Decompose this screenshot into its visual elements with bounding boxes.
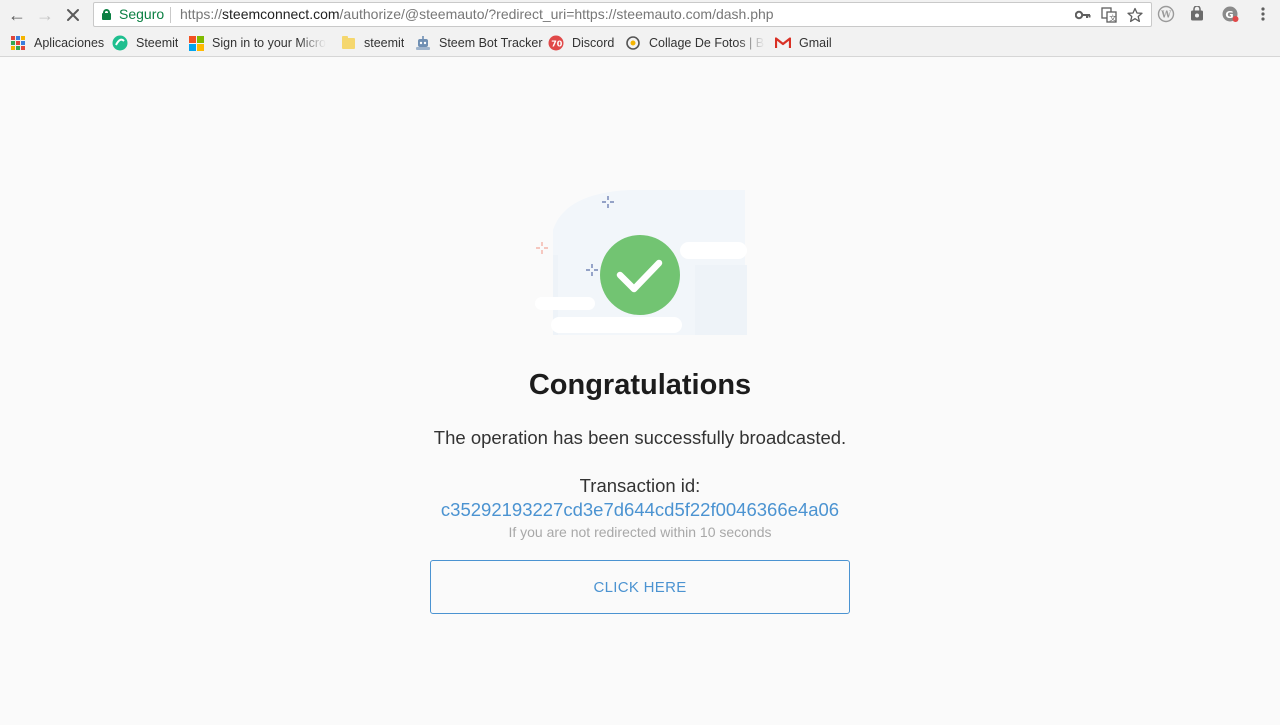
bag-icon[interactable] bbox=[1187, 4, 1207, 24]
folder-icon bbox=[340, 35, 356, 51]
svg-text:文: 文 bbox=[1109, 13, 1116, 22]
success-illustration bbox=[535, 190, 747, 335]
url-path: /authorize/@steemauto/?redirect_uri=http… bbox=[339, 6, 774, 22]
bookmark-discord[interactable]: 70 Discord bbox=[548, 29, 614, 57]
bookmark-label: Steem Bot Tracker bbox=[439, 36, 543, 50]
bookmark-label: Steemit bbox=[136, 36, 179, 50]
omnibox-divider bbox=[170, 7, 171, 23]
bookmark-label: Aplicaciones bbox=[34, 36, 105, 50]
url-host: steemconnect.com bbox=[222, 6, 340, 22]
grammarly-icon[interactable]: G bbox=[1220, 4, 1240, 24]
page-title: Congratulations bbox=[528, 369, 752, 401]
click-here-button[interactable]: CLICK HERE bbox=[430, 560, 850, 614]
bookmark-label: Discord bbox=[572, 36, 615, 50]
redirect-note: If you are not redirected within 10 seco… bbox=[508, 524, 772, 540]
bookmark-label: Gmail bbox=[799, 36, 832, 50]
svg-text:70: 70 bbox=[551, 40, 563, 49]
bookmark-collage[interactable]: Collage De Fotos | Be bbox=[625, 29, 765, 57]
svg-text:G: G bbox=[1225, 10, 1233, 21]
back-arrow-icon[interactable]: ← bbox=[6, 4, 28, 26]
success-message: The operation has been successfully broa… bbox=[433, 427, 847, 448]
address-bar[interactable]: Seguro https://steemconnect.com/authoriz… bbox=[93, 2, 1152, 27]
bookmark-apps[interactable]: Aplicaciones bbox=[10, 29, 104, 57]
forward-arrow-icon[interactable]: → bbox=[34, 4, 56, 26]
translate-icon[interactable]: 文 bbox=[1100, 3, 1118, 26]
bookmark-steemit[interactable]: Steemit bbox=[112, 29, 178, 57]
transaction-label: Transaction id: bbox=[579, 475, 701, 496]
sparkle-icon bbox=[536, 242, 548, 254]
bot-tracker-icon bbox=[415, 35, 431, 51]
secure-label: Seguro bbox=[119, 6, 165, 22]
bookmark-microsoft[interactable]: Sign in to your Micro bbox=[188, 29, 326, 57]
transaction-id-link[interactable]: c35292193227cd3e7d644cd5f22f0046366e4a06 bbox=[0, 499, 1280, 521]
browser-toolbar: ← → Seguro https://steemconnect.com/auth… bbox=[0, 0, 1280, 29]
bookmark-steem-bot-tracker[interactable]: Steem Bot Tracker bbox=[415, 29, 543, 57]
url-text[interactable]: https://steemconnect.com/authorize/@stee… bbox=[180, 3, 774, 26]
microsoft-icon bbox=[188, 35, 204, 51]
lock-icon bbox=[102, 9, 111, 20]
bookmark-label: Collage De Fotos | Be bbox=[649, 36, 765, 50]
bookmarks-bar: Aplicaciones Steemit Sign in to your Mic… bbox=[0, 29, 1280, 57]
url-scheme: https:// bbox=[180, 6, 223, 22]
svg-text:W: W bbox=[1160, 11, 1172, 21]
bookmark-label: steemit bbox=[364, 36, 405, 50]
key-icon[interactable] bbox=[1074, 3, 1092, 26]
bookmark-gmail[interactable]: Gmail bbox=[775, 29, 832, 57]
steemit-icon bbox=[112, 35, 128, 51]
apps-grid-icon bbox=[10, 35, 26, 51]
gmail-icon bbox=[775, 35, 791, 51]
check-circle-icon bbox=[600, 235, 680, 315]
collage-icon bbox=[625, 35, 641, 51]
bookmark-label: Sign in to your Micro bbox=[212, 36, 326, 50]
discord-icon: 70 bbox=[548, 35, 564, 51]
star-icon[interactable] bbox=[1126, 3, 1144, 26]
wordpress-icon[interactable]: W bbox=[1156, 4, 1176, 24]
stop-loading-icon[interactable] bbox=[62, 4, 84, 26]
bookmark-folder-steemit[interactable]: steemit bbox=[340, 29, 404, 57]
menu-icon[interactable] bbox=[1253, 4, 1273, 24]
